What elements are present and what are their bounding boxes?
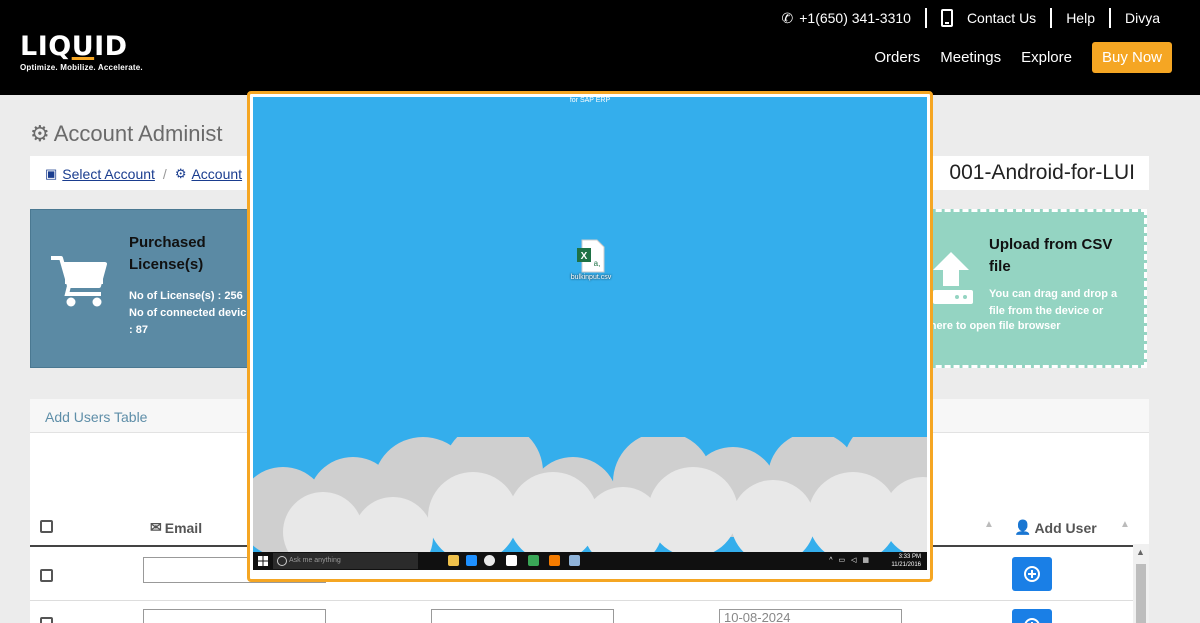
row-divider	[30, 600, 1149, 601]
csv-card-browse-text[interactable]: t here to open file browser	[923, 320, 1061, 332]
page-title-text: Account Administ	[53, 121, 223, 146]
mail-icon[interactable]	[506, 555, 517, 566]
breadcrumb: ▣ Select Account / ⚙ Account	[45, 166, 242, 182]
purchased-licenses-card: Purchased License(s) No of License(s) : …	[30, 209, 270, 368]
logo-word-post: ID	[94, 31, 128, 62]
top-utility-bar: ✆ +1(650) 341-3310 Contact Us Help Divya	[782, 8, 1160, 28]
sort-icon[interactable]: ▲	[984, 519, 994, 530]
scroll-up-arrow-icon[interactable]: ▲	[1136, 547, 1145, 557]
envelope-icon: ✉	[150, 519, 162, 535]
logo-word-pre: LIQ	[20, 31, 72, 62]
license-card-title: Purchased License(s)	[129, 234, 206, 273]
phone-link[interactable]: ✆ +1(650) 341-3310	[782, 10, 911, 27]
taskbar-search-box[interactable]: Ask me anything	[273, 553, 418, 569]
app-icon[interactable]	[569, 555, 580, 566]
nav-explore[interactable]: Explore	[1021, 49, 1072, 66]
cloud-wallpaper	[253, 437, 927, 552]
divider	[1108, 8, 1111, 28]
nav-meetings[interactable]: Meetings	[940, 49, 1001, 66]
add-user-icon: 👤	[1014, 519, 1032, 535]
plus-circle-icon	[1024, 566, 1040, 582]
breadcrumb-separator: /	[162, 166, 167, 182]
mobile-phone-icon	[940, 9, 953, 27]
file-explorer-icon[interactable]	[448, 555, 459, 566]
store-icon[interactable]	[466, 555, 477, 566]
buy-now-button[interactable]: Buy Now	[1091, 42, 1172, 73]
divider	[1050, 8, 1053, 28]
logo-word-u: U	[71, 31, 95, 62]
add-user-button[interactable]	[1012, 609, 1052, 623]
row-checkbox[interactable]	[40, 617, 53, 623]
sort-icon[interactable]: ▲	[1120, 519, 1130, 530]
help-link[interactable]: Help	[1066, 10, 1095, 26]
contact-us-link[interactable]: Contact Us	[940, 9, 1037, 27]
table-vertical-scrollbar[interactable]: ▲	[1133, 544, 1149, 623]
gears-icon: ⚙	[174, 166, 187, 181]
date-input[interactable]: 10-08-2024	[719, 609, 902, 623]
windows-start-icon[interactable]	[258, 556, 268, 566]
text-input[interactable]	[431, 609, 614, 623]
windows-taskbar: Ask me anything ^ ▭ ◁ ▦ 3:33 PM 11/21/20…	[253, 552, 927, 570]
liquid-logo[interactable]: LIQUID Optimize. Mobilize. Accelerate.	[20, 31, 143, 73]
scrollbar-thumb[interactable]	[1136, 564, 1146, 623]
csv-card-description: You can drag and drop a file from the de…	[989, 288, 1118, 317]
main-nav: Orders Meetings Explore Buy Now	[874, 42, 1172, 73]
taskbar-clock[interactable]: 3:33 PM 11/21/2016	[891, 553, 921, 569]
contact-us-label: Contact Us	[966, 10, 1037, 26]
desktop-preview-modal: for SAP ERP X a, bulkinput.csv Ask me an…	[247, 91, 933, 582]
chrome-icon[interactable]	[484, 555, 495, 566]
breadcrumb-account[interactable]: Account	[191, 166, 242, 182]
csv-upload-dropzone[interactable]: Upload from CSV file You can drag and dr…	[900, 209, 1147, 368]
nav-orders[interactable]: Orders	[874, 49, 920, 66]
plus-circle-icon	[1024, 618, 1040, 623]
desktop-window-title: for SAP ERP	[569, 97, 611, 104]
email-input[interactable]	[143, 609, 326, 623]
column-header-add-user[interactable]: 👤 Add User	[1014, 519, 1097, 536]
gears-icon: ⚙	[30, 121, 50, 146]
account-name: 001-Android-for-LUI	[949, 161, 1135, 184]
breadcrumb-select-account[interactable]: Select Account	[62, 166, 155, 182]
user-name: Divya	[1124, 10, 1160, 26]
phone-icon: ✆	[781, 9, 794, 26]
svg-text:a,: a,	[594, 259, 601, 268]
help-label: Help	[1066, 10, 1095, 26]
desktop-file-label[interactable]: bulkinput.csv	[558, 274, 624, 281]
logo-tagline: Optimize. Mobilize. Accelerate.	[20, 63, 143, 72]
system-tray-icons[interactable]: ^ ▭ ◁ ▦	[829, 556, 871, 564]
svg-text:X: X	[581, 251, 588, 262]
user-menu[interactable]: Divya	[1125, 10, 1160, 26]
upload-icon	[933, 252, 973, 304]
briefcase-icon: ▣	[45, 166, 58, 181]
notepad-icon[interactable]	[528, 555, 539, 566]
app-icon[interactable]	[549, 555, 560, 566]
divider	[924, 8, 927, 28]
excel-csv-file-icon[interactable]: X a,	[576, 239, 606, 273]
windows-desktop: for SAP ERP X a, bulkinput.csv	[253, 97, 927, 552]
site-header: LIQUID Optimize. Mobilize. Accelerate. ✆…	[0, 0, 1200, 95]
phone-number: +1(650) 341-3310	[799, 10, 911, 26]
csv-card-title: Upload from CSV file	[989, 236, 1113, 275]
add-user-button[interactable]	[1012, 557, 1052, 591]
shopping-cart-icon	[51, 256, 107, 307]
page-title: ⚙ Account Administ	[30, 121, 222, 147]
table-title: Add Users Table	[45, 409, 148, 425]
column-header-email[interactable]: ✉ Email	[150, 519, 202, 536]
select-all-checkbox[interactable]	[40, 520, 53, 533]
row-checkbox[interactable]	[40, 569, 53, 582]
